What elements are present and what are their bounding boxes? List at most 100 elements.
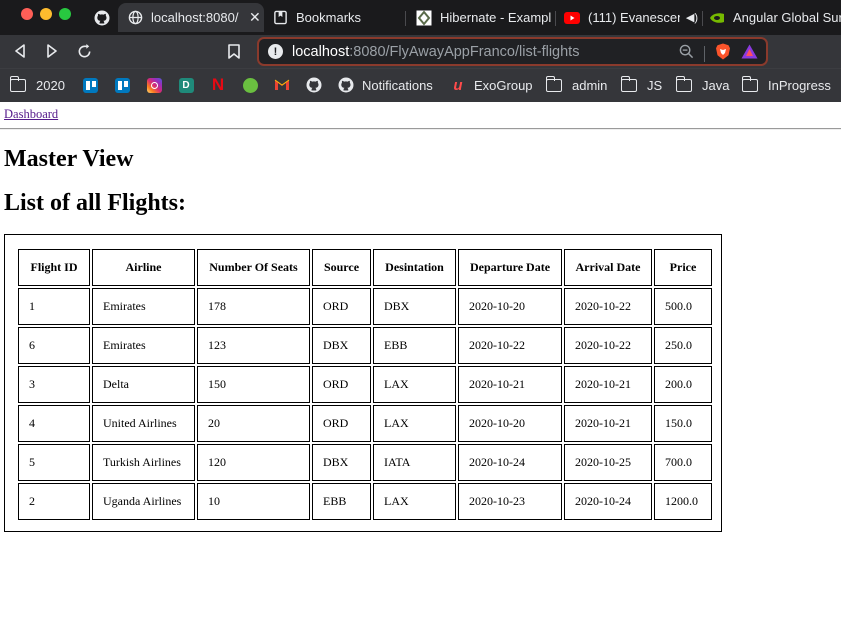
tab-angular[interactable]: Angular Global Sur xyxy=(709,3,841,32)
bookmark-icon xyxy=(228,43,240,59)
omnibox-divider xyxy=(704,46,705,62)
bookmark-gmail[interactable] xyxy=(274,75,296,95)
tab-label: Hibernate - Exampl xyxy=(440,10,552,25)
close-window-button[interactable] xyxy=(21,8,33,20)
github-icon xyxy=(94,10,110,26)
table-row: 1 Emirates 178 ORD DBX 2020-10-20 2020-10-22 50… xyxy=(18,288,712,325)
bookmark-page-button[interactable] xyxy=(224,41,244,61)
cell-number-of-seats: 123 xyxy=(197,327,310,364)
cell-destination: DBX xyxy=(373,288,456,325)
bookmark-2020[interactable]: 2020 xyxy=(9,75,65,95)
brave-shields-icon[interactable] xyxy=(715,43,731,65)
back-icon xyxy=(15,44,25,58)
cell-price: 1200.0 xyxy=(654,483,712,520)
cell-number-of-seats: 10 xyxy=(197,483,310,520)
cell-source: ORD xyxy=(312,288,371,325)
forward-icon xyxy=(47,44,57,58)
header-number-of-seats: Number Of Seats xyxy=(197,249,310,286)
zoom-icon[interactable] xyxy=(679,44,694,64)
trello-icon xyxy=(82,77,98,93)
page-title: Master View xyxy=(4,146,134,172)
forward-button[interactable] xyxy=(42,41,62,61)
address-url[interactable]: localhost:8080/FlyAwayAppFranco/list-fli… xyxy=(292,44,579,60)
reload-button[interactable] xyxy=(74,41,94,61)
bookmark-green-app[interactable] xyxy=(242,75,264,95)
cell-airline: Turkish Airlines xyxy=(92,444,195,481)
bookmark-admin[interactable]: admin xyxy=(545,75,607,95)
cell-number-of-seats: 178 xyxy=(197,288,310,325)
cell-arrival-date: 2020-10-25 xyxy=(564,444,652,481)
tab-label: Bookmarks xyxy=(296,10,362,25)
tab-github[interactable] xyxy=(88,3,116,32)
cell-source: ORD xyxy=(312,405,371,442)
bookmark-trello-2[interactable] xyxy=(114,75,136,95)
cell-source: ORD xyxy=(312,366,371,403)
cell-price: 150.0 xyxy=(654,405,712,442)
green-app-icon xyxy=(242,77,258,93)
header-flight-id: Flight ID xyxy=(18,249,90,286)
brave-rewards-icon[interactable] xyxy=(741,44,758,64)
cell-source: EBB xyxy=(312,483,371,520)
table-body: 1 Emirates 178 ORD DBX 2020-10-20 2020-10-22 50… xyxy=(18,288,712,520)
bookmark-js[interactable]: JS xyxy=(620,75,662,95)
cell-source: DBX xyxy=(312,444,371,481)
minimize-window-button[interactable] xyxy=(40,8,52,20)
table-row: 3 Delta 150 ORD LAX 2020-10-21 2020-10-21 200.0 xyxy=(18,366,712,403)
cell-arrival-date: 2020-10-21 xyxy=(564,405,652,442)
folder-icon xyxy=(675,75,692,93)
bookmark-exogroup[interactable]: u ExoGroup xyxy=(450,75,532,95)
bookmark-dailydev[interactable]: D xyxy=(178,75,200,95)
github-icon xyxy=(306,77,322,93)
dailydev-icon: D xyxy=(178,77,194,93)
close-tab-icon[interactable]: ✕ xyxy=(249,9,261,26)
cell-flight-id: 4 xyxy=(18,405,90,442)
table-row: 2 Uganda Airlines 10 EBB LAX 2020-10-23 2020-1… xyxy=(18,483,712,520)
tab-divider xyxy=(555,11,556,26)
tab-youtube[interactable]: (111) Evanescen ◀) xyxy=(564,3,698,32)
bookmark-notifications[interactable]: Notifications xyxy=(338,75,433,95)
bookmark-instagram[interactable] xyxy=(146,75,168,95)
bookmark-netflix[interactable]: N xyxy=(210,75,232,95)
cell-price: 700.0 xyxy=(654,444,712,481)
folder-icon xyxy=(545,75,562,93)
flights-table: Flight ID Airline Number Of Seats Source… xyxy=(16,247,714,522)
tab-localhost[interactable]: localhost:8080/ ✕ xyxy=(118,3,264,32)
cell-departure-date: 2020-10-24 xyxy=(458,444,562,481)
bookmark-trello-1[interactable] xyxy=(82,75,104,95)
speaker-icon[interactable]: ◀) xyxy=(686,11,698,24)
tab-label: localhost:8080/ xyxy=(151,10,239,25)
bookmark-inprogress[interactable]: InProgress xyxy=(741,75,831,95)
cell-flight-id: 5 xyxy=(18,444,90,481)
header-airline: Airline xyxy=(92,249,195,286)
hibernate-icon xyxy=(416,9,432,26)
gmail-icon xyxy=(274,77,290,93)
toolbar: ! localhost:8080/FlyAwayAppFranco/list-f… xyxy=(0,35,841,68)
address-bar[interactable]: ! localhost:8080/FlyAwayAppFranco/list-f… xyxy=(257,37,768,66)
back-button[interactable] xyxy=(10,41,30,61)
globe-icon xyxy=(127,10,143,26)
cell-departure-date: 2020-10-20 xyxy=(458,405,562,442)
cell-destination: LAX xyxy=(373,483,456,520)
cell-flight-id: 1 xyxy=(18,288,90,325)
nvidia-icon xyxy=(709,10,725,26)
tab-label: Angular Global Sur xyxy=(733,10,841,25)
info-icon[interactable]: ! xyxy=(268,44,283,59)
dashboard-link[interactable]: Dashboard xyxy=(4,107,58,122)
tab-hibernate[interactable]: Hibernate - Exampl xyxy=(416,3,552,32)
cell-number-of-seats: 120 xyxy=(197,444,310,481)
bookmark-github[interactable] xyxy=(306,75,328,95)
maximize-window-button[interactable] xyxy=(59,8,71,20)
bookmark-java[interactable]: Java xyxy=(675,75,729,95)
cell-departure-date: 2020-10-21 xyxy=(458,366,562,403)
header-destination: Desintation xyxy=(373,249,456,286)
cell-airline: Emirates xyxy=(92,288,195,325)
tab-bookmarks[interactable]: Bookmarks xyxy=(272,3,402,32)
cell-flight-id: 3 xyxy=(18,366,90,403)
cell-destination: LAX xyxy=(373,366,456,403)
tab-label: (111) Evanescen xyxy=(588,10,680,25)
cell-arrival-date: 2020-10-24 xyxy=(564,483,652,520)
youtube-icon xyxy=(564,10,580,26)
cell-price: 250.0 xyxy=(654,327,712,364)
github-icon xyxy=(338,77,354,93)
folder-icon xyxy=(9,75,26,93)
